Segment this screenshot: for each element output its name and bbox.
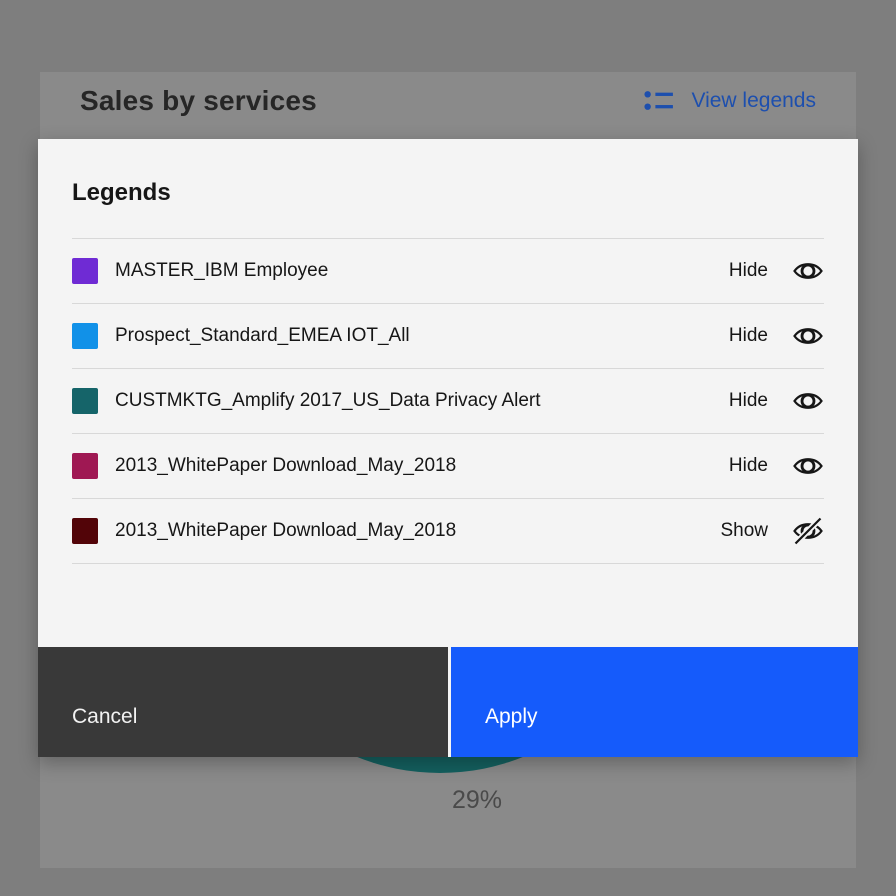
legend-color-swatch: [72, 518, 98, 544]
legend-action-label[interactable]: Hide: [729, 260, 768, 282]
eye-icon[interactable]: [792, 450, 824, 482]
legend-row: Prospect_Standard_EMEA IOT_All Hide: [72, 304, 824, 369]
page-title: Sales by services: [80, 85, 317, 117]
cancel-button[interactable]: Cancel: [38, 647, 448, 757]
pie-slice-percent-label: 29%: [402, 786, 552, 815]
view-legends-button[interactable]: View legends: [643, 84, 816, 117]
legend-color-swatch: [72, 323, 98, 349]
legend-color-swatch: [72, 453, 98, 479]
eye-icon[interactable]: [792, 320, 824, 352]
legend-label: CUSTMKTG_Amplify 2017_US_Data Privacy Al…: [115, 390, 717, 412]
legend-list: MASTER_IBM Employee Hide Prospect_Standa…: [72, 238, 824, 564]
legend-action-label[interactable]: Show: [720, 520, 768, 542]
legend-row: CUSTMKTG_Amplify 2017_US_Data Privacy Al…: [72, 369, 824, 434]
legend-action-label[interactable]: Hide: [729, 325, 768, 347]
legend-row: 2013_WhitePaper Download_May_2018 Show: [72, 499, 824, 564]
modal-footer: Cancel Apply: [38, 647, 858, 757]
eye-icon[interactable]: [792, 255, 824, 287]
legend-action-label[interactable]: Hide: [729, 390, 768, 412]
legend-row: 2013_WhitePaper Download_May_2018 Hide: [72, 434, 824, 499]
legend-color-swatch: [72, 258, 98, 284]
legend-color-swatch: [72, 388, 98, 414]
legend-label: Prospect_Standard_EMEA IOT_All: [115, 325, 717, 347]
eye-off-icon[interactable]: [792, 515, 824, 547]
legend-label: 2013_WhitePaper Download_May_2018: [115, 455, 717, 477]
page-header: Sales by services View legends: [80, 84, 816, 117]
legend-list-icon: [643, 84, 676, 117]
apply-button[interactable]: Apply: [451, 647, 858, 757]
view-legends-label: View legends: [691, 89, 816, 113]
legend-row: MASTER_IBM Employee Hide: [72, 239, 824, 304]
eye-icon[interactable]: [792, 385, 824, 417]
legend-label: 2013_WhitePaper Download_May_2018: [115, 520, 708, 542]
legend-label: MASTER_IBM Employee: [115, 260, 717, 282]
legend-action-label[interactable]: Hide: [729, 455, 768, 477]
modal-title: Legends: [38, 139, 858, 207]
legends-modal: Legends MASTER_IBM Employee Hide Prospec…: [38, 139, 858, 757]
